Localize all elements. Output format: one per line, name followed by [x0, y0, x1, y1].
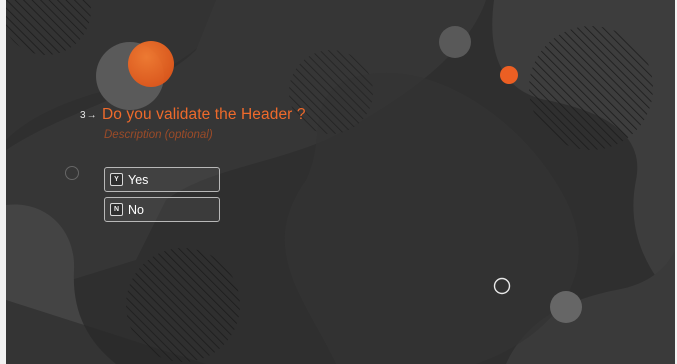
- choice-key-no: N: [110, 203, 123, 216]
- choice-no[interactable]: N No: [104, 197, 220, 222]
- question-number-text: 3: [80, 109, 86, 121]
- form-screen: 3 → Do you validate the Header ? Descrip…: [6, 0, 675, 364]
- question-header: 3 → Do you validate the Header ?: [80, 104, 500, 126]
- question-title: Do you validate the Header ?: [102, 106, 306, 123]
- question-description[interactable]: Description (optional): [104, 129, 500, 141]
- choice-list: Y Yes N No: [104, 167, 222, 227]
- question-number: 3 →: [80, 110, 102, 121]
- arrow-right-icon: →: [86, 109, 97, 121]
- choice-label-yes: Yes: [128, 172, 149, 187]
- choice-label-no: No: [128, 202, 144, 217]
- choice-key-yes: Y: [110, 173, 123, 186]
- choice-yes[interactable]: Y Yes: [104, 167, 220, 192]
- question-block: 3 → Do you validate the Header ? Descrip…: [80, 104, 500, 141]
